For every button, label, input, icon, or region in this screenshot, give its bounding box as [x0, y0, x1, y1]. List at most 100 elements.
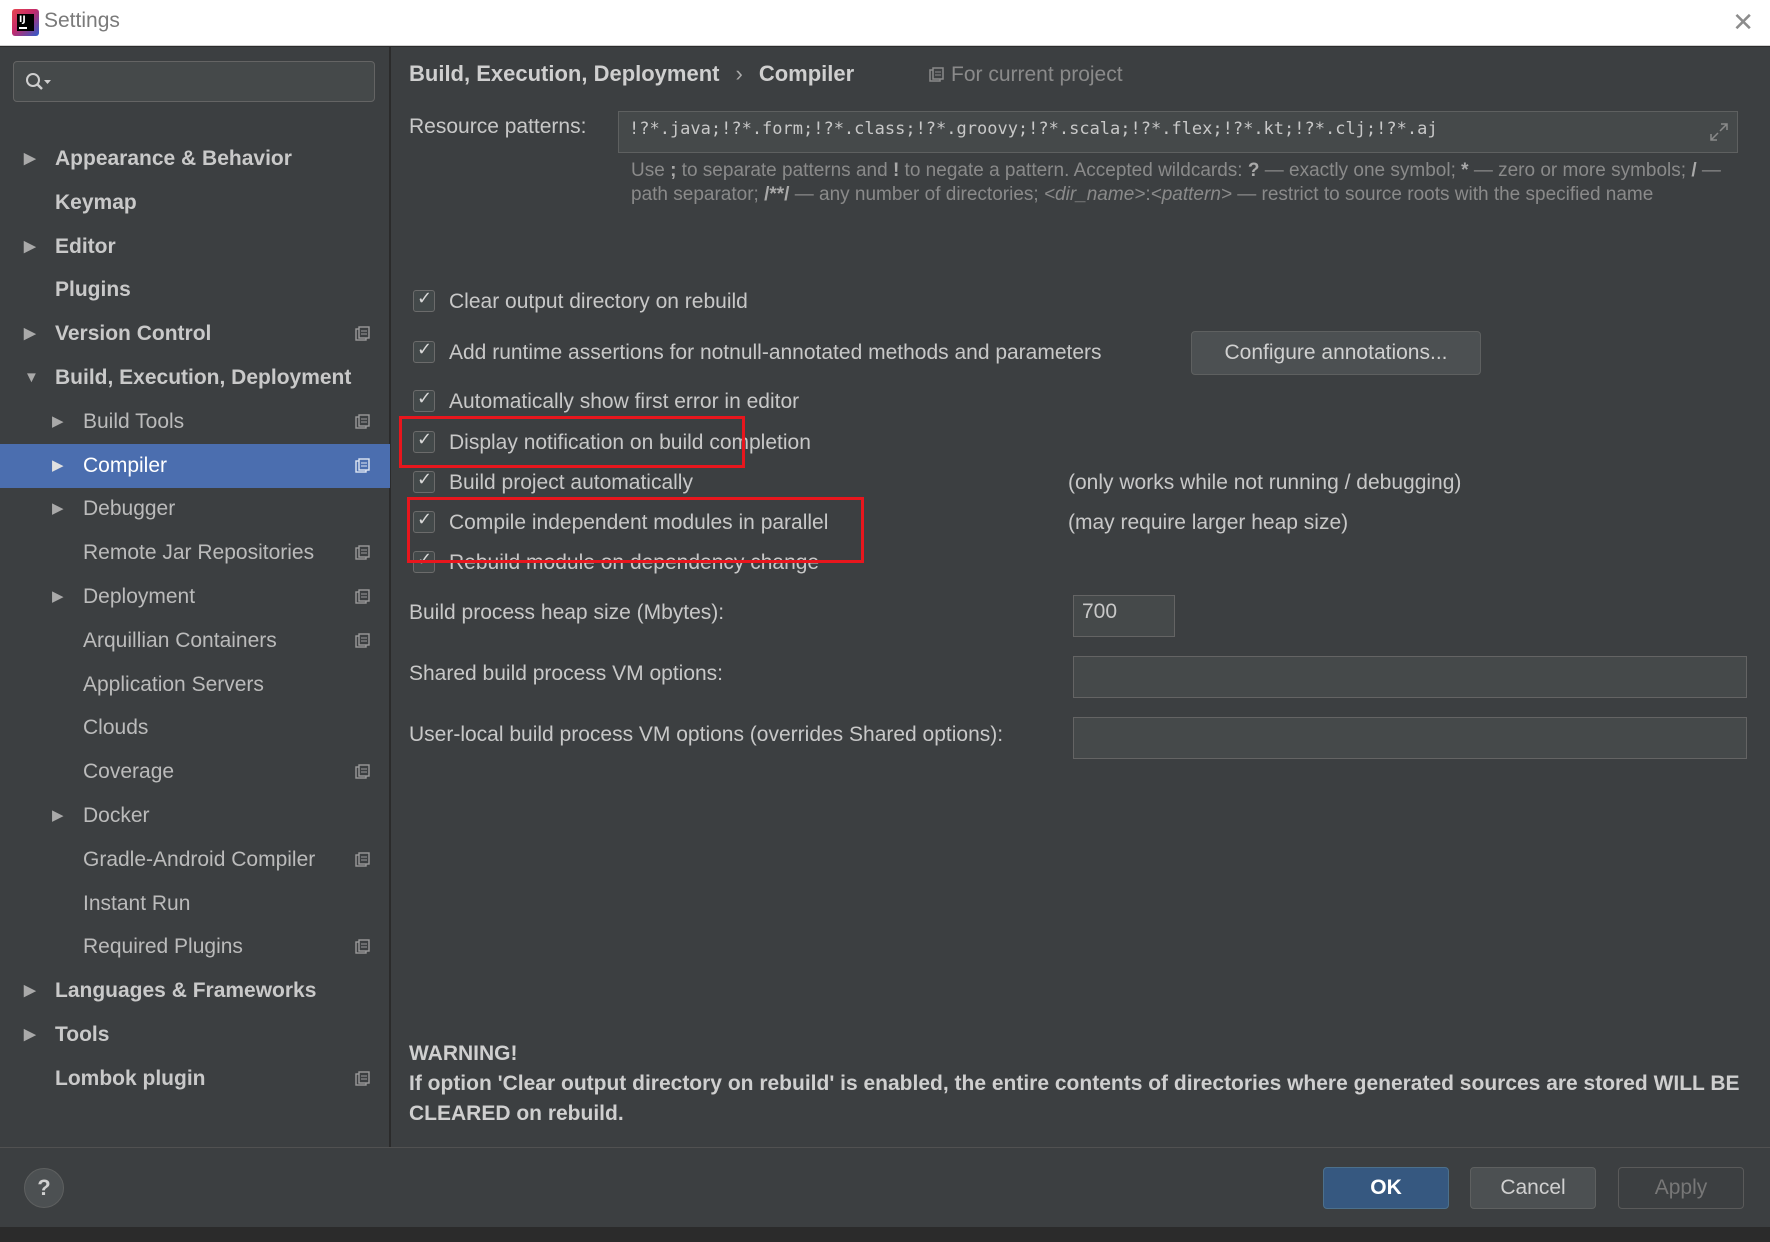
cancel-button[interactable]: Cancel — [1470, 1167, 1596, 1209]
build-automatically-label: Build project automatically — [449, 471, 693, 494]
sidebar-item-label: Appearance & Behavior — [55, 147, 292, 170]
title-bar: IJ Settings ✕ — [0, 0, 1770, 46]
user-vm-options-input[interactable] — [1073, 717, 1747, 759]
checkbox-checked[interactable]: ✓ — [413, 388, 435, 412]
sidebar-item-label: Instant Run — [83, 892, 191, 915]
sidebar-item-label: Docker — [83, 804, 150, 827]
sidebar-item-label: Version Control — [55, 322, 212, 345]
breadcrumb-parent[interactable]: Build, Execution, Deployment — [409, 61, 719, 86]
project-level-icon — [355, 633, 370, 648]
sidebar-item-clouds[interactable]: Clouds — [0, 706, 390, 750]
project-level-icon — [355, 764, 370, 779]
sidebar-item-appearance-behavior[interactable]: ▶ Appearance & Behavior — [0, 137, 390, 181]
sidebar-item-remote-jar-repositories[interactable]: Remote Jar Repositories — [0, 531, 390, 575]
sidebar-item-debugger[interactable]: ▶ Debugger — [0, 487, 390, 531]
check-icon: ✓ — [417, 549, 433, 570]
checkbox-checked[interactable]: ✓ — [413, 288, 435, 312]
heap-size-input[interactable]: 700 — [1073, 595, 1175, 637]
sidebar-item-label: Keymap — [55, 191, 137, 214]
show-first-error-label: Automatically show first error in editor — [449, 390, 800, 413]
check-icon: ✓ — [417, 509, 433, 530]
sidebar-item-keymap[interactable]: Keymap — [0, 181, 390, 225]
check-icon: ✓ — [417, 429, 433, 450]
sidebar-item-required-plugins[interactable]: Required Plugins — [0, 925, 390, 969]
expand-right-arrow-icon[interactable]: ▶ — [52, 794, 64, 838]
sidebar-item-tools[interactable]: ▶ Tools — [0, 1013, 390, 1057]
sidebar-item-label: Gradle-Android Compiler — [83, 848, 316, 871]
shared-vm-options-input[interactable] — [1073, 656, 1747, 698]
expand-right-arrow-icon[interactable]: ▶ — [24, 969, 36, 1013]
sidebar-item-plugins[interactable]: Plugins — [0, 268, 390, 312]
expand-right-arrow-icon[interactable]: ▶ — [24, 225, 36, 269]
expand-right-arrow-icon[interactable]: ▶ — [52, 487, 64, 531]
configure-annotations-button[interactable]: Configure annotations... — [1191, 331, 1481, 375]
settings-search[interactable] — [13, 61, 375, 102]
help-button[interactable]: ? — [24, 1168, 64, 1208]
expand-icon[interactable] — [1709, 122, 1729, 142]
sidebar-item-label: Compiler — [83, 454, 168, 477]
check-icon: ✓ — [417, 339, 433, 360]
expand-right-arrow-icon[interactable]: ▶ — [52, 575, 64, 619]
compile-parallel-label: Compile independent modules in parallel — [449, 511, 829, 534]
check-icon: ✓ — [417, 469, 433, 490]
sidebar-item-build-tools[interactable]: ▶ Build Tools — [0, 400, 390, 444]
sidebar-item-docker[interactable]: ▶ Docker — [0, 794, 390, 838]
sidebar-item-instant-run[interactable]: Instant Run — [0, 882, 390, 926]
expand-right-arrow-icon[interactable]: ▶ — [52, 444, 64, 488]
project-level-icon — [355, 326, 370, 341]
sidebar-item-label: Required Plugins — [83, 935, 243, 958]
user-vm-options-label: User-local build process VM options (ove… — [409, 723, 1004, 746]
sidebar-item-label: Plugins — [55, 278, 131, 301]
expand-down-arrow-icon[interactable]: ▼ — [24, 356, 39, 400]
project-level-icon — [355, 1071, 370, 1086]
sidebar-item-label: Coverage — [83, 760, 175, 783]
sidebar-item-version-control[interactable]: ▶ Version Control — [0, 312, 390, 356]
app-logo-text: IJ — [17, 14, 34, 31]
intellij-logo-icon: IJ — [12, 9, 39, 36]
project-level-icon — [355, 589, 370, 604]
check-icon: ✓ — [417, 388, 433, 409]
sidebar-item-gradle-android-compiler[interactable]: Gradle-Android Compiler — [0, 838, 390, 882]
scope-indicator: For current project — [929, 63, 1123, 87]
sidebar-item-arquillian-containers[interactable]: Arquillian Containers — [0, 619, 390, 663]
expand-right-arrow-icon[interactable]: ▶ — [24, 137, 36, 181]
warning-body: If option 'Clear output directory on reb… — [409, 1072, 1740, 1125]
build-automatically-note: (only works while not running / debuggin… — [1068, 471, 1462, 494]
project-level-icon — [355, 545, 370, 560]
sidebar-item-application-servers[interactable]: Application Servers — [0, 663, 390, 707]
sidebar-item-editor[interactable]: ▶ Editor — [0, 225, 390, 269]
apply-button[interactable]: Apply — [1618, 1167, 1744, 1209]
sidebar-item-coverage[interactable]: Coverage — [0, 750, 390, 794]
checkbox-checked[interactable]: ✓ — [413, 339, 435, 363]
sidebar-item-compiler[interactable]: ▶ Compiler — [0, 444, 390, 488]
expand-right-arrow-icon[interactable]: ▶ — [52, 400, 64, 444]
checkbox-checked[interactable]: ✓ — [413, 509, 435, 533]
dialog-button-bar: ? OK Cancel Apply — [0, 1147, 1770, 1227]
resource-patterns-field[interactable]: !?*.java;!?*.form;!?*.class;!?*.groovy;!… — [618, 111, 1738, 153]
search-input[interactable] — [58, 66, 358, 98]
settings-sidebar: ▶ Appearance & Behavior Keymap ▶ Editor Plugi… — [0, 47, 390, 1147]
window-title: Settings — [44, 9, 120, 32]
sidebar-item-label: Deployment — [83, 585, 196, 608]
checkbox-checked[interactable]: ✓ — [413, 549, 435, 573]
sidebar-item-label: Remote Jar Repositories — [83, 541, 315, 564]
check-icon: ✓ — [417, 288, 433, 309]
expand-right-arrow-icon[interactable]: ▶ — [24, 1013, 36, 1057]
ok-button[interactable]: OK — [1323, 1167, 1449, 1209]
checkbox-checked[interactable]: ✓ — [413, 469, 435, 493]
sidebar-item-label: Debugger — [83, 497, 176, 520]
checkbox-checked[interactable]: ✓ — [413, 429, 435, 453]
close-icon[interactable]: ✕ — [1732, 8, 1754, 38]
sidebar-item-languages-frameworks[interactable]: ▶ Languages & Frameworks — [0, 969, 390, 1013]
project-level-icon — [355, 852, 370, 867]
rebuild-on-dependency-label: Rebuild module on dependency change — [449, 551, 820, 574]
sidebar-item-lombok-plugin[interactable]: Lombok plugin — [0, 1057, 390, 1101]
sidebar-item-build-execution-deployment[interactable]: ▼ Build, Execution, Deployment — [0, 356, 390, 400]
project-level-icon — [355, 939, 370, 954]
expand-right-arrow-icon[interactable]: ▶ — [24, 312, 36, 356]
display-notification-label: Display notification on build completion — [449, 431, 811, 454]
project-level-icon — [355, 414, 370, 429]
sidebar-item-label: Arquillian Containers — [83, 629, 277, 652]
sidebar-item-deployment[interactable]: ▶ Deployment — [0, 575, 390, 619]
project-scope-icon — [929, 67, 944, 82]
